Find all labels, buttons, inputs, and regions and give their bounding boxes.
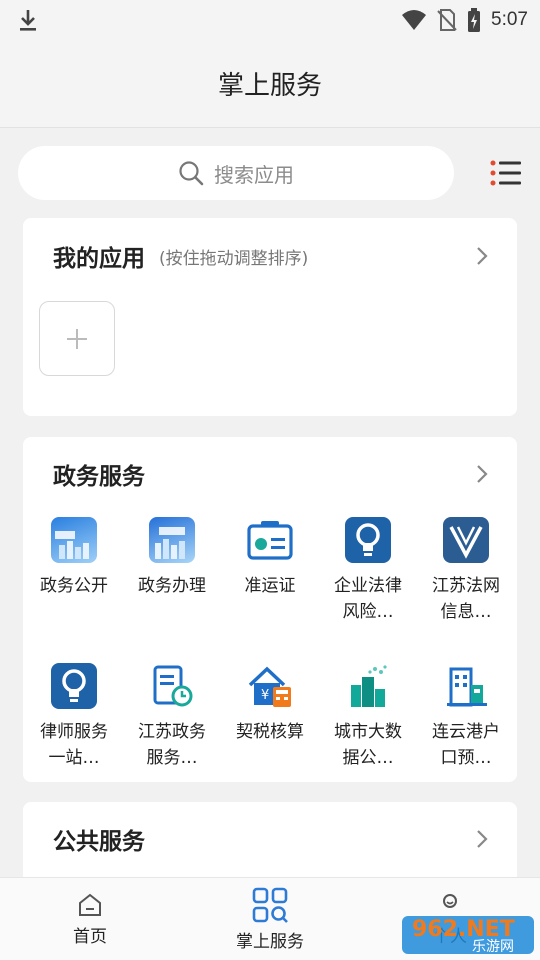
service-gov-open[interactable]: 政务公开: [25, 517, 123, 647]
chevron-right-icon[interactable]: [475, 464, 489, 484]
search-row: 搜索应用: [18, 146, 522, 200]
list-menu-icon[interactable]: [490, 158, 522, 188]
gov-services-header[interactable]: 政务服务: [53, 459, 489, 490]
service-enterprise-legal-risk[interactable]: 企业法律风险…: [319, 517, 417, 647]
plus-icon: [67, 328, 87, 349]
service-label: 江苏政务服务…: [138, 722, 206, 768]
law-v-icon: [443, 517, 489, 563]
service-city-big-data[interactable]: 城市大数据公…: [319, 663, 417, 793]
my-apps-title: 我的应用: [53, 246, 145, 272]
gov-services-title: 政务服务: [53, 464, 145, 490]
tab-label: 掌上服务: [236, 932, 304, 952]
my-apps-hint: (按住拖动调整排序): [159, 248, 309, 269]
gov-handle-icon: [149, 517, 195, 563]
service-label: 契税核算: [236, 722, 304, 742]
search-input[interactable]: 搜索应用: [18, 146, 454, 200]
lightbulb-icon: [51, 663, 97, 709]
service-jiangsu-law-net[interactable]: 江苏法网信息…: [417, 517, 515, 647]
gov-open-icon: [51, 517, 97, 563]
public-services-header[interactable]: 公共服务: [53, 824, 489, 855]
service-label: 江苏法网信息…: [432, 576, 500, 622]
service-gov-handle[interactable]: 政务办理: [123, 517, 221, 647]
top-bar: 掌上服务: [0, 40, 540, 128]
service-label: 政务公开: [40, 576, 108, 596]
service-label: 律师服务一站…: [40, 722, 108, 768]
wifi-icon: [402, 10, 427, 30]
gov-services-grid: 政务公开 政务办理 准运证 企业法律风险… 江苏法网信息… 律师服务一站… 江苏…: [25, 517, 515, 793]
gov-services-card: 政务服务 政务公开 政务办理 准运证 企业法律风险… 江苏法网信息… 律师服务一…: [23, 437, 517, 782]
chevron-right-icon[interactable]: [475, 246, 489, 266]
no-sim-icon: [437, 9, 457, 31]
status-bar: 5:07: [0, 0, 540, 40]
add-app-button[interactable]: [39, 301, 115, 376]
building-icon: [443, 663, 489, 709]
service-label: 连云港户口预…: [432, 722, 500, 768]
service-transport-permit[interactable]: 准运证: [221, 517, 319, 647]
svg-text:¥: ¥: [261, 688, 269, 703]
chevron-right-icon[interactable]: [475, 829, 489, 849]
service-deed-tax[interactable]: ¥ 契税核算: [221, 663, 319, 793]
service-lianyungang-hukou[interactable]: 连云港户口预…: [417, 663, 515, 793]
service-label: 准运证: [244, 576, 296, 596]
service-label: 政务办理: [138, 576, 206, 596]
permit-card-icon: [247, 517, 293, 563]
tab-home[interactable]: 首页: [50, 878, 130, 960]
my-apps-card: 我的应用 (按住拖动调整排序): [23, 218, 517, 416]
search-placeholder: 搜索应用: [214, 162, 294, 187]
battery-charging-icon: [468, 8, 481, 32]
site-watermark-logo: 962.NET 乐游网: [402, 916, 534, 954]
tab-label: 首页: [73, 927, 107, 947]
public-services-title: 公共服务: [53, 829, 145, 855]
watermark-text-bottom: 乐游网: [472, 939, 514, 954]
lightbulb-icon: [345, 517, 391, 563]
service-label: 城市大数据公…: [334, 722, 402, 768]
service-label: 企业法律风险…: [334, 576, 402, 622]
page-title: 掌上服务: [217, 71, 322, 101]
my-apps-header[interactable]: 我的应用 (按住拖动调整排序): [53, 241, 489, 272]
document-clock-icon: [149, 663, 195, 709]
download-icon: [20, 10, 36, 31]
service-lawyer-one-stop[interactable]: 律师服务一站…: [25, 663, 123, 793]
tab-mobile-services[interactable]: 掌上服务: [220, 878, 320, 960]
status-time: 5:07: [491, 9, 528, 30]
city-data-icon: [345, 663, 391, 709]
grid-search-icon: [252, 887, 288, 923]
search-icon: [179, 161, 204, 186]
house-calculator-icon: ¥: [247, 663, 293, 709]
service-jiangsu-gov[interactable]: 江苏政务服务…: [123, 663, 221, 793]
home-icon: [79, 893, 101, 916]
